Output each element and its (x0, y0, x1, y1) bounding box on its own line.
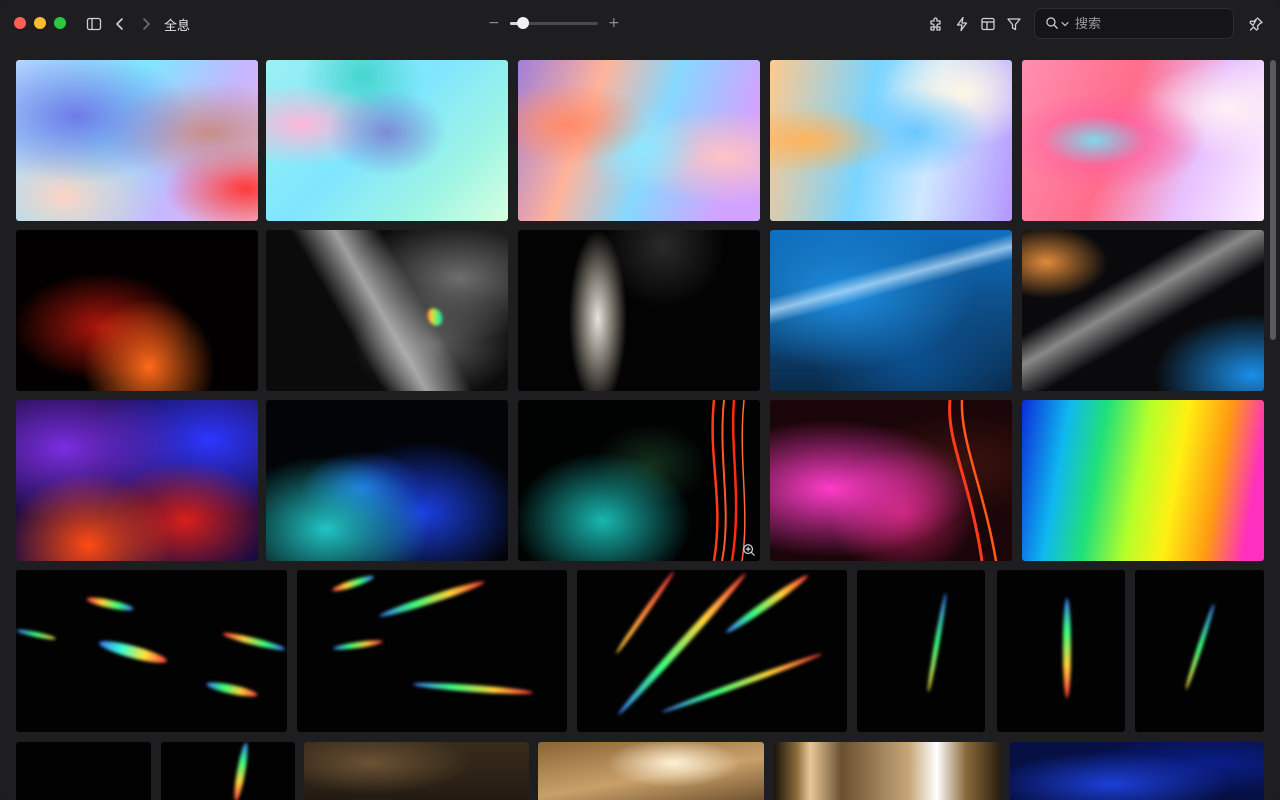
streak (205, 679, 259, 700)
streak (614, 570, 676, 655)
thumbnail-blue-light[interactable] (770, 230, 1012, 391)
thumbnail-purple-red-gradient[interactable] (16, 400, 258, 561)
thumbnail-rainbow-streak[interactable] (161, 742, 295, 800)
search-box[interactable] (1034, 8, 1234, 39)
streak (615, 570, 749, 718)
light-trails (948, 400, 998, 561)
pin-button[interactable] (1245, 13, 1267, 35)
thumbnail-prism-streaks-1[interactable] (16, 570, 287, 732)
search-input[interactable] (1075, 14, 1225, 34)
streak (925, 592, 949, 693)
streak (97, 637, 169, 667)
streak (16, 627, 57, 642)
thumbnail-teal-light-trails[interactable] (518, 400, 760, 561)
light-trails (711, 400, 746, 561)
thumbnail-dark-1[interactable] (16, 742, 151, 800)
layout-button[interactable] (977, 13, 999, 35)
streak (1063, 598, 1071, 698)
forward-icon (143, 18, 150, 30)
streak (330, 573, 376, 594)
back-button[interactable] (109, 13, 131, 35)
vertical-scrollbar[interactable] (1270, 60, 1276, 340)
filter-icon (1007, 18, 1021, 31)
extensions-icon (930, 17, 941, 31)
thumbnail-blue-teal-gradient[interactable] (266, 400, 508, 561)
streak (332, 638, 384, 652)
search-icon (1046, 17, 1058, 29)
thumbnail-gold-texture-2[interactable] (538, 742, 764, 800)
forward-button[interactable] (135, 13, 157, 35)
title-bar: 全息 − + (0, 0, 1280, 48)
action-icon (956, 16, 968, 32)
thumbnail-gold-rainbow[interactable] (774, 742, 1000, 800)
thumbnail-prism-streaks-3[interactable] (577, 570, 847, 732)
prism-spot (424, 305, 446, 329)
thumbnail-prism-streak-5[interactable] (997, 570, 1125, 732)
action-button[interactable] (951, 13, 973, 35)
streak (231, 742, 251, 800)
thumbnail-prism-streak-6[interactable] (1135, 570, 1264, 732)
streak (85, 595, 135, 613)
extensions-button[interactable] (925, 13, 947, 35)
zoom-slider[interactable] (510, 17, 598, 29)
streak (412, 680, 534, 697)
thumbnail-hologram-5[interactable] (1022, 60, 1264, 221)
zoom-in-icon[interactable] (742, 543, 756, 557)
filter-button[interactable] (1003, 13, 1025, 35)
pin-icon (1249, 17, 1263, 31)
thumbnail-hologram-4[interactable] (770, 60, 1012, 221)
sidebar-icon (86, 17, 102, 31)
zoom-in-button[interactable]: + (608, 14, 620, 32)
thumbnail-grey-prism[interactable] (266, 230, 508, 391)
maximize-window-button[interactable] (54, 17, 66, 29)
minimize-window-button[interactable] (34, 17, 46, 29)
app-window: 全息 − + (0, 0, 1280, 800)
thumbnail-prism-streaks-2[interactable] (297, 570, 567, 732)
window-title: 全息 (164, 19, 191, 34)
streak (661, 651, 823, 715)
thumbnail-white-beam[interactable] (518, 230, 760, 391)
thumbnail-magenta-trails[interactable] (770, 400, 1012, 561)
thumbnail-gold-texture-1[interactable] (304, 742, 529, 800)
zoom-slider-knob[interactable] (517, 17, 530, 29)
thumbnail-grey-blue-flare[interactable] (1022, 230, 1264, 391)
thumbnail-red-flare[interactable] (16, 230, 258, 391)
back-icon (116, 18, 123, 30)
image-grid (0, 48, 1268, 800)
zoom-out-button[interactable]: − (488, 14, 500, 32)
chevron-down-icon[interactable] (1061, 20, 1069, 28)
close-window-button[interactable] (14, 17, 26, 29)
streak (1183, 602, 1217, 691)
thumbnail-hologram-2[interactable] (266, 60, 508, 221)
layout-icon (981, 17, 995, 31)
sidebar-toggle-button[interactable] (83, 13, 105, 35)
thumbnail-hologram-1[interactable] (16, 60, 258, 221)
streak (222, 630, 286, 653)
thumbnail-hologram-3[interactable] (518, 60, 760, 221)
thumbnail-prism-streak-4[interactable] (857, 570, 985, 732)
streak (378, 578, 486, 620)
thumbnail-blue-texture[interactable] (1010, 742, 1264, 800)
thumbnail-rainbow-spectrum[interactable] (1022, 400, 1264, 561)
